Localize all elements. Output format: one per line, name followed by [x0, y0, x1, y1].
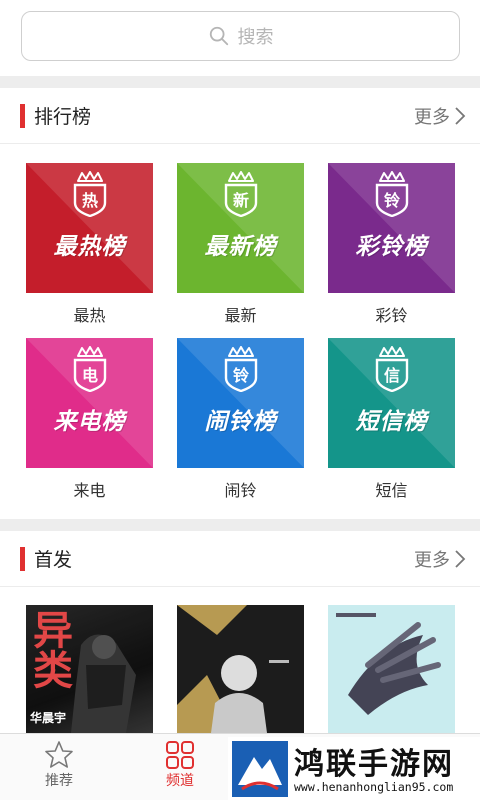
watermark-url: www.henanhonglian95.com — [294, 780, 454, 794]
tile-art-text: 最新榜 — [204, 234, 277, 260]
watermark-title: 鸿联手游网 — [294, 747, 454, 782]
tile-art-text: 最热榜 — [53, 234, 126, 260]
badge-char: 电 — [81, 366, 97, 385]
crown-badge-icon: 信 — [375, 346, 408, 392]
badge-char: 信 — [383, 366, 399, 385]
rank-tile-label: 来电 — [73, 481, 106, 500]
crown-badge-icon: 电 — [73, 346, 106, 392]
album-cover-1[interactable]: 异类 华晨宇 — [26, 605, 153, 733]
first-section-header: 首发 更多 — [0, 531, 480, 587]
album-big-text: 异类 — [26, 609, 72, 689]
rank-tile[interactable]: 热最热榜 — [26, 163, 153, 293]
rank-tile[interactable]: 信短信榜 — [328, 338, 455, 468]
watermark: 鸿联手游网 www.henanhonglian95.com — [228, 737, 480, 800]
badge-char: 新 — [232, 191, 248, 210]
tab-label: 频道 — [166, 773, 194, 789]
tile-art-text: 短信榜 — [355, 409, 428, 435]
section-accent-bar — [20, 546, 25, 571]
badge-char: 铃 — [232, 366, 248, 385]
search-icon — [209, 26, 228, 46]
rank-tile-label: 短信 — [375, 481, 408, 500]
tile-art-text: 闹铃榜 — [204, 409, 277, 435]
album-cover-2[interactable] — [177, 605, 304, 733]
rank-tile-label: 彩铃 — [375, 306, 408, 325]
star-icon — [45, 741, 73, 768]
tab-recommend[interactable]: 推荐 — [24, 740, 94, 790]
rank-tile[interactable]: 铃闹铃榜 — [177, 338, 304, 468]
chevron-right-icon — [455, 106, 466, 125]
tab-channel[interactable]: 频道 — [145, 740, 215, 790]
more-label: 更多 — [414, 549, 450, 571]
rank-tile[interactable]: 新最新榜 — [177, 163, 304, 293]
badge-char: 铃 — [383, 191, 399, 210]
rank-tile[interactable]: 铃彩铃榜 — [328, 163, 455, 293]
grid-icon — [166, 741, 194, 769]
section-divider — [0, 519, 480, 531]
first-section-title: 首发 — [34, 549, 73, 571]
crown-badge-icon: 热 — [73, 171, 106, 217]
rank-section-title: 排行榜 — [34, 106, 92, 128]
app-root: 搜索 排行榜 更多 热最热榜 最热新最新榜 最新铃彩铃榜 彩铃电来电榜 来电铃闹铃榜 闹铃… — [0, 0, 480, 800]
album-art — [328, 605, 455, 733]
rank-section-header: 排行榜 更多 — [0, 88, 480, 144]
album-cover-3[interactable] — [328, 605, 455, 733]
rank-tile-label: 最热 — [73, 306, 106, 325]
rank-tile-label: 最新 — [224, 306, 257, 325]
rank-tile[interactable]: 电来电榜 — [26, 338, 153, 468]
rank-more-button[interactable]: 更多 — [414, 103, 466, 129]
tile-art-text: 来电榜 — [53, 409, 126, 435]
watermark-logo-icon — [232, 741, 288, 797]
crown-badge-icon: 铃 — [375, 171, 408, 217]
rank-tile-label: 闹铃 — [224, 481, 257, 500]
album-artist: 华晨宇 — [30, 711, 67, 725]
badge-char: 热 — [81, 191, 97, 210]
more-label: 更多 — [414, 106, 450, 128]
tile-art-text: 彩铃榜 — [355, 234, 428, 260]
search-area: 搜索 — [0, 0, 480, 76]
album-art — [177, 605, 304, 733]
section-accent-bar — [20, 103, 25, 128]
search-input[interactable]: 搜索 — [21, 11, 460, 61]
search-placeholder: 搜索 — [237, 27, 274, 48]
section-divider — [0, 76, 480, 88]
crown-badge-icon: 新 — [224, 171, 257, 217]
first-more-button[interactable]: 更多 — [414, 546, 466, 572]
crown-badge-icon: 铃 — [224, 346, 257, 392]
chevron-right-icon — [455, 549, 466, 568]
tab-label: 推荐 — [45, 773, 73, 789]
